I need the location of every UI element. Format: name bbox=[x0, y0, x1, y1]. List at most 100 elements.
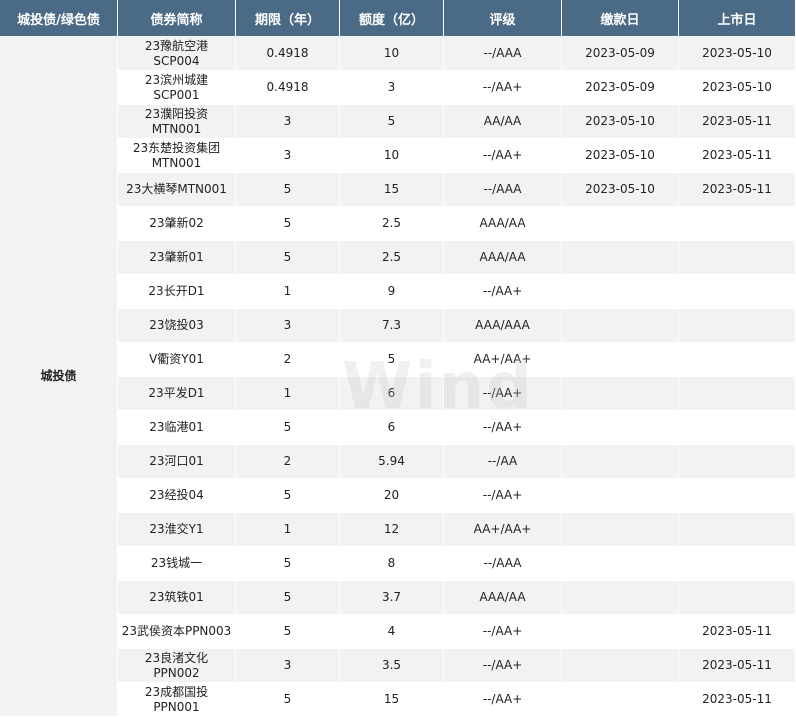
bond-name-line: SCP001 bbox=[153, 87, 200, 102]
cell-term: 5 bbox=[236, 207, 340, 241]
cell-payment-date bbox=[562, 615, 679, 649]
bond-name-line: 23武侯资本PPN003 bbox=[121, 624, 232, 638]
cell-listing-date: 2023-05-11 bbox=[679, 105, 796, 139]
cell-bond-name: V衢资Y01 bbox=[118, 343, 236, 377]
table-row: 23临港01 5 6 --/AA+ bbox=[0, 411, 796, 445]
bond-name-line: 23濮阳投资 bbox=[144, 106, 209, 121]
table-row: 23大横琴MTN001 5 15 --/AAA 2023-05-10 2023-05-11 bbox=[0, 173, 796, 207]
cell-payment-date bbox=[562, 683, 679, 717]
table-row: 23濮阳投资 MTN001 3 5 AA/AA 2023-05-10 2023-05-11 bbox=[0, 105, 796, 139]
cell-amount: 9 bbox=[340, 275, 444, 309]
cell-listing-date bbox=[679, 275, 796, 309]
cell-payment-date bbox=[562, 411, 679, 445]
cell-bond-name: 23河口01 bbox=[118, 445, 236, 479]
cell-payment-date bbox=[562, 513, 679, 547]
cell-payment-date bbox=[562, 241, 679, 275]
bond-name-line: V衢资Y01 bbox=[149, 352, 204, 366]
cell-listing-date: 2023-05-11 bbox=[679, 139, 796, 173]
bond-name-line: PPN001 bbox=[153, 699, 200, 714]
bond-name-line: 23肇新02 bbox=[149, 216, 204, 230]
cell-amount: 10 bbox=[340, 139, 444, 173]
cell-listing-date bbox=[679, 241, 796, 275]
cell-term: 2 bbox=[236, 445, 340, 479]
cell-listing-date bbox=[679, 581, 796, 615]
table-row: 23良渚文化 PPN002 3 3.5 --/AA+ 2023-05-11 bbox=[0, 649, 796, 683]
table-row: 23河口01 2 5.94 --/AA bbox=[0, 445, 796, 479]
cell-listing-date bbox=[679, 377, 796, 411]
cell-listing-date: 2023-05-11 bbox=[679, 649, 796, 683]
cell-bond-name: 23肇新01 bbox=[118, 241, 236, 275]
cell-rating: --/AA+ bbox=[444, 649, 562, 683]
cell-term: 0.4918 bbox=[236, 71, 340, 105]
cell-term: 5 bbox=[236, 581, 340, 615]
cell-rating: --/AA+ bbox=[444, 615, 562, 649]
cell-term: 1 bbox=[236, 513, 340, 547]
cell-amount: 3 bbox=[340, 71, 444, 105]
cell-amount: 15 bbox=[340, 173, 444, 207]
cell-term: 5 bbox=[236, 615, 340, 649]
cell-bond-name: 23淮交Y1 bbox=[118, 513, 236, 547]
cell-rating: --/AA bbox=[444, 445, 562, 479]
bond-name-line: 23滨州城建 bbox=[144, 72, 209, 87]
cell-payment-date bbox=[562, 309, 679, 343]
table-row: 23肇新02 5 2.5 AAA/AA bbox=[0, 207, 796, 241]
cell-payment-date bbox=[562, 649, 679, 683]
bond-table-panel: 城投债/绿色债 债券简称 期限（年） 额度（亿） 评级 缴款日 上市日 城投债 2… bbox=[0, 0, 796, 717]
cell-payment-date bbox=[562, 207, 679, 241]
cell-amount: 10 bbox=[340, 37, 444, 71]
cell-payment-date bbox=[562, 445, 679, 479]
cell-payment-date: 2023-05-09 bbox=[562, 71, 679, 105]
cell-bond-name: 23大横琴MTN001 bbox=[118, 173, 236, 207]
header-amount: 额度（亿） bbox=[340, 0, 444, 37]
bond-name-line: 23长开D1 bbox=[148, 284, 205, 298]
cell-rating: AAA/AA bbox=[444, 241, 562, 275]
cell-bond-name: 23饶投03 bbox=[118, 309, 236, 343]
table-row: 23淮交Y1 1 12 AA+/AA+ bbox=[0, 513, 796, 547]
cell-amount: 12 bbox=[340, 513, 444, 547]
cell-listing-date: 2023-05-11 bbox=[679, 683, 796, 717]
cell-bond-name: 23濮阳投资 MTN001 bbox=[118, 105, 236, 139]
cell-bond-name: 23豫航空港 SCP004 bbox=[118, 37, 236, 71]
header-payment-date: 缴款日 bbox=[562, 0, 679, 37]
bond-name-line: 23筑铁01 bbox=[149, 590, 204, 604]
cell-term: 2 bbox=[236, 343, 340, 377]
cell-rating: --/AAA bbox=[444, 37, 562, 71]
bond-name-line: 23淮交Y1 bbox=[149, 522, 204, 536]
table-row: 23饶投03 3 7.3 AAA/AAA bbox=[0, 309, 796, 343]
cell-rating: AAA/AA bbox=[444, 207, 562, 241]
cell-bond-name: 23经投04 bbox=[118, 479, 236, 513]
cell-payment-date bbox=[562, 377, 679, 411]
table-row: 23滨州城建 SCP001 0.4918 3 --/AA+ 2023-05-09 2023-… bbox=[0, 71, 796, 105]
table-row: 23长开D1 1 9 --/AA+ bbox=[0, 275, 796, 309]
cell-listing-date bbox=[679, 309, 796, 343]
cell-payment-date bbox=[562, 275, 679, 309]
cell-term: 1 bbox=[236, 377, 340, 411]
header-category: 城投债/绿色债 bbox=[0, 0, 118, 37]
header-bond-name: 债券简称 bbox=[118, 0, 236, 37]
cell-amount: 2.5 bbox=[340, 207, 444, 241]
cell-listing-date: 2023-05-10 bbox=[679, 71, 796, 105]
cell-rating: AA+/AA+ bbox=[444, 343, 562, 377]
cell-rating: AAA/AA bbox=[444, 581, 562, 615]
cell-listing-date bbox=[679, 513, 796, 547]
table-row: 城投债 23豫航空港 SCP004 0.4918 10 --/AAA 2023-05-09 2… bbox=[0, 37, 796, 717]
cell-term: 5 bbox=[236, 547, 340, 581]
bond-name-line: MTN001 bbox=[151, 121, 202, 136]
cell-payment-date: 2023-05-10 bbox=[562, 173, 679, 207]
table-row: 23平发D1 1 6 --/AA+ bbox=[0, 377, 796, 411]
cell-amount: 15 bbox=[340, 683, 444, 717]
cell-amount: 5 bbox=[340, 343, 444, 377]
cell-term: 3 bbox=[236, 309, 340, 343]
cell-bond-name: 23良渚文化 PPN002 bbox=[118, 649, 236, 683]
cell-listing-date: 2023-05-10 bbox=[679, 37, 796, 71]
group-cell: 城投债 bbox=[0, 37, 118, 717]
cell-payment-date: 2023-05-09 bbox=[562, 37, 679, 71]
bond-name-line: 23大横琴MTN001 bbox=[126, 182, 227, 196]
cell-term: 0.4918 bbox=[236, 37, 340, 71]
bond-issuance-table: 城投债/绿色债 债券简称 期限（年） 额度（亿） 评级 缴款日 上市日 城投债 2… bbox=[0, 0, 796, 717]
cell-term: 5 bbox=[236, 411, 340, 445]
cell-amount: 5 bbox=[340, 105, 444, 139]
bond-name-line: 23饶投03 bbox=[149, 318, 204, 332]
cell-bond-name: 23滨州城建 SCP001 bbox=[118, 71, 236, 105]
cell-rating: --/AAA bbox=[444, 173, 562, 207]
